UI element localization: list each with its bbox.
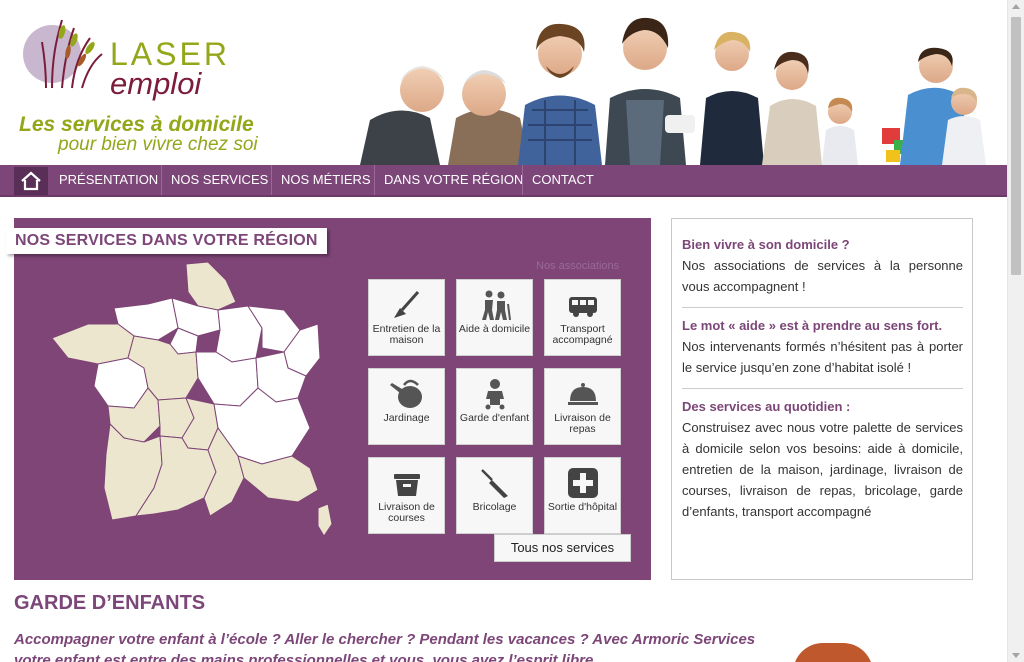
tile-label: Livraison de repas xyxy=(554,412,611,435)
vertical-scrollbar[interactable] xyxy=(1007,0,1024,662)
region-bretagne xyxy=(51,323,135,365)
region-paca xyxy=(237,455,319,503)
sidebar-text-1: Nos associations de services à la person… xyxy=(682,258,963,294)
nav-item-presentation[interactable]: PRÉSENTATION xyxy=(50,165,167,195)
nav-home-button[interactable] xyxy=(14,167,48,195)
scrollbar-thumb[interactable] xyxy=(1011,17,1021,275)
logo-reeds-icon xyxy=(41,19,103,89)
logo-text-emploi: emploi xyxy=(110,66,202,101)
service-tile-entretien[interactable]: Entretien de la maison xyxy=(368,279,445,356)
header-people-photo xyxy=(360,17,986,165)
watering-can-icon xyxy=(369,377,444,411)
service-tile-garde-enfant[interactable]: Garde d'enfant xyxy=(456,368,533,445)
sidebar-divider xyxy=(682,307,963,308)
tile-label: Sortie d'hôpital xyxy=(547,501,618,513)
sidebar-text-3: Construisez avec nous votre palette de s… xyxy=(682,420,963,519)
page: LASER emploi Les services à domicile pou… xyxy=(0,0,1007,662)
service-tile-bricolage[interactable]: Bricolage xyxy=(456,457,533,534)
tile-label: Entretien de la maison xyxy=(372,323,441,346)
scroll-up-icon[interactable] xyxy=(1012,4,1020,9)
service-tile-transport[interactable]: Transport accompagné xyxy=(544,279,621,356)
nav-item-dans-votre-region[interactable]: DANS VOTRE RÉGION xyxy=(374,165,532,195)
baby-icon xyxy=(457,377,532,411)
cloche-icon xyxy=(545,377,620,411)
region-nord xyxy=(185,261,237,311)
sidebar-info-box: Bien vivre à son domicile ? Nos associat… xyxy=(671,218,973,580)
garde-enfants-text: Accompagner votre enfant à l’école ? All… xyxy=(14,631,756,662)
nav-item-nos-services[interactable]: NOS SERVICES xyxy=(161,165,277,195)
tile-label: Jardinage xyxy=(383,412,430,424)
tile-label: Livraison de courses xyxy=(378,501,435,524)
service-tile-jardinage[interactable]: Jardinage xyxy=(368,368,445,445)
sidebar-divider xyxy=(682,388,963,389)
tile-label: Transport accompagné xyxy=(552,323,613,346)
basket-icon xyxy=(369,466,444,500)
screwdriver-icon xyxy=(457,466,532,500)
nav-item-contact[interactable]: CONTACT xyxy=(522,165,603,195)
sidebar-text-2: Nos intervenants formés n’hésitent pas à… xyxy=(682,339,963,375)
medical-cross-icon xyxy=(545,466,620,500)
service-tile-aide-domicile[interactable]: Aide à domicile xyxy=(456,279,533,356)
sidebar-heading-2: Le mot « aide » est à prendre au sens fo… xyxy=(682,318,943,333)
service-tile-livraison-repas[interactable]: Livraison de repas xyxy=(544,368,621,445)
sidebar-section-2: Le mot « aide » est à prendre au sens fo… xyxy=(682,315,963,378)
all-services-button[interactable]: Tous nos services xyxy=(494,534,631,562)
tile-label: Aide à domicile xyxy=(458,323,531,335)
scroll-down-icon[interactable] xyxy=(1012,653,1020,658)
tile-label: Bricolage xyxy=(472,501,517,513)
sidebar-section-3: Des services au quotidien : Construisez … xyxy=(682,396,963,522)
services-region-title: NOS SERVICES DANS VOTRE RÉGION xyxy=(6,228,327,254)
elderly-couple-icon xyxy=(457,288,532,322)
main-navigation: PRÉSENTATION NOS SERVICES NOS MÉTIERS DA… xyxy=(0,165,1007,197)
garde-enfants-title: GARDE D’ENFANTS xyxy=(14,592,206,614)
site-header: LASER emploi Les services à domicile pou… xyxy=(0,0,1007,165)
france-region-map[interactable] xyxy=(48,258,338,538)
region-corse xyxy=(317,503,333,537)
tile-label: Garde d'enfant xyxy=(459,412,530,424)
broom-icon xyxy=(369,288,444,322)
service-tile-livraison-courses[interactable]: Livraison de courses xyxy=(368,457,445,534)
service-tile-sortie-hopital[interactable]: Sortie d'hôpital xyxy=(544,457,621,534)
faded-label: Nos associations xyxy=(536,260,620,272)
bus-icon xyxy=(545,288,620,322)
child-photo xyxy=(793,643,873,662)
tagline-sub: pour bien vivre chez soi xyxy=(58,134,258,155)
sidebar-section-1: Bien vivre à son domicile ? Nos associat… xyxy=(682,234,963,297)
sidebar-heading-1: Bien vivre à son domicile ? xyxy=(682,237,850,252)
home-icon xyxy=(21,171,41,191)
site-logo[interactable]: LASER emploi xyxy=(18,10,238,105)
nav-item-nos-metiers[interactable]: NOS MÉTIERS xyxy=(271,165,380,195)
sidebar-heading-3: Des services au quotidien : xyxy=(682,399,851,414)
